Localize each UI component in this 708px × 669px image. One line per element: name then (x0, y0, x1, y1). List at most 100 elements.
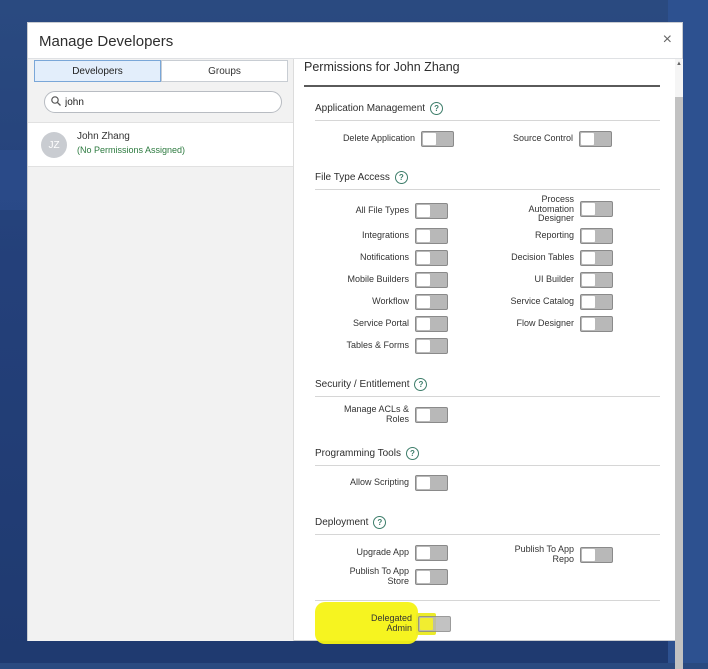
scrollbar[interactable]: ▲ (675, 59, 683, 669)
perm-label: Delegated Admin (370, 613, 412, 633)
perm-mobile-builders: Mobile Builders (334, 272, 448, 288)
perm-label: Tables & Forms (346, 340, 409, 351)
permissions-pane: Permissions for John Zhang Application M… (294, 59, 674, 641)
perm-upgrade-app: Upgrade App (334, 545, 448, 561)
modal-title: Manage Developers (39, 33, 174, 50)
perm-all-file-types: All File Types (334, 203, 448, 219)
perm-label: Reporting (534, 230, 574, 241)
divider (315, 465, 660, 466)
user-name: John Zhang (77, 131, 130, 142)
user-permission-status: (No Permissions Assigned) (77, 145, 186, 155)
all-file-types-toggle[interactable] (415, 203, 448, 219)
service-catalog-toggle[interactable] (580, 294, 613, 310)
perm-tables-forms: Tables & Forms (334, 338, 448, 354)
manage-developers-modal: Manage Developers × Developers Groups JZ… (27, 22, 683, 669)
perm-flow-designer: Flow Designer (492, 316, 613, 332)
perm-ui-builder: UI Builder (492, 272, 613, 288)
perm-allow-scripting: Allow Scripting (334, 475, 448, 491)
perm-label: Upgrade App (356, 547, 409, 558)
help-icon[interactable]: ? (373, 516, 387, 529)
allow-scripting-toggle[interactable] (415, 475, 448, 491)
developer-list-pane: Developers Groups JZ John Zhang (No Perm… (28, 59, 294, 641)
delegated-admin-toggle[interactable] (418, 615, 451, 632)
perm-integrations: Integrations (334, 228, 448, 244)
perm-delete-application: Delete Application (334, 131, 454, 147)
integrations-toggle[interactable] (415, 228, 448, 244)
search-icon (51, 96, 61, 106)
perm-label: Publish To App Repo (514, 544, 574, 564)
perm-label: Publish To App Store (349, 566, 409, 586)
perm-label: Mobile Builders (347, 274, 409, 285)
perm-label: Notifications (359, 252, 409, 263)
help-icon[interactable]: ? (405, 447, 419, 460)
divider (304, 85, 660, 87)
publish-app-store-toggle[interactable] (415, 568, 448, 585)
source-control-toggle[interactable] (579, 131, 612, 147)
permissions-title: Permissions for John Zhang (304, 60, 460, 74)
scroll-up-icon[interactable]: ▲ (675, 61, 683, 67)
perm-label: Manage ACLs & Roles (343, 404, 409, 424)
mobile-builders-toggle[interactable] (415, 272, 448, 288)
service-portal-toggle[interactable] (415, 316, 448, 332)
help-icon[interactable]: ? (414, 378, 428, 391)
section-title: Deployment (315, 517, 369, 528)
user-list: JZ John Zhang (No Permissions Assigned) (28, 122, 293, 167)
tab-groups[interactable]: Groups (161, 60, 288, 82)
divider (315, 189, 660, 190)
perm-label: Service Portal (352, 318, 409, 329)
help-icon[interactable]: ? (430, 102, 444, 115)
notifications-toggle[interactable] (415, 250, 448, 266)
perm-source-control: Source Control (492, 131, 612, 147)
section-application-management: Application Management ? (315, 102, 444, 115)
decision-tables-toggle[interactable] (580, 250, 613, 266)
delete-application-toggle[interactable] (421, 131, 454, 147)
perm-service-catalog: Service Catalog (492, 294, 613, 310)
help-icon[interactable]: ? (394, 171, 408, 184)
section-title: File Type Access (315, 172, 390, 183)
flow-designer-toggle[interactable] (580, 316, 613, 332)
perm-publish-app-repo: Publish To App Repo (492, 544, 613, 564)
perm-manage-acls-roles: Manage ACLs & Roles (334, 404, 448, 424)
manage-acls-roles-toggle[interactable] (415, 406, 448, 423)
scroll-thumb[interactable] (675, 97, 683, 669)
divider (315, 396, 660, 397)
process-automation-designer-toggle[interactable] (580, 201, 613, 218)
section-deployment: Deployment ? (315, 516, 387, 529)
perm-label: Delete Application (342, 133, 415, 144)
section-security-entitlement: Security / Entitlement ? (315, 378, 428, 391)
reporting-toggle[interactable] (580, 228, 613, 244)
section-title: Programming Tools (315, 448, 401, 459)
perm-service-portal: Service Portal (334, 316, 448, 332)
divider (315, 120, 660, 121)
avatar: JZ (41, 132, 67, 158)
perm-label: Allow Scripting (349, 477, 409, 488)
modal-header: Manage Developers × (28, 23, 682, 59)
perm-label: Integrations (361, 230, 409, 241)
search-input[interactable] (65, 95, 275, 109)
section-file-type-access: File Type Access ? (315, 171, 408, 184)
close-icon[interactable]: × (663, 32, 672, 48)
publish-app-repo-toggle[interactable] (580, 546, 613, 563)
tab-bar: Developers Groups (34, 60, 288, 82)
tab-developers[interactable]: Developers (34, 60, 161, 82)
divider (315, 600, 660, 601)
ui-builder-toggle[interactable] (580, 272, 613, 288)
perm-label: Service Catalog (510, 296, 574, 307)
perm-label: Process Automation Designer (528, 194, 574, 223)
perm-label: All File Types (355, 205, 409, 216)
perm-label: Workflow (372, 296, 409, 307)
perm-workflow: Workflow (334, 294, 448, 310)
perm-label: UI Builder (534, 274, 574, 285)
perm-notifications: Notifications (334, 250, 448, 266)
section-programming-tools: Programming Tools ? (315, 447, 419, 460)
perm-decision-tables: Decision Tables (492, 250, 613, 266)
workflow-toggle[interactable] (415, 294, 448, 310)
perm-delegated-admin: Delegated Admin (330, 613, 451, 633)
perm-label: Decision Tables (511, 252, 574, 263)
section-title: Application Management (315, 103, 426, 114)
upgrade-app-toggle[interactable] (415, 545, 448, 561)
perm-label: Flow Designer (516, 318, 574, 329)
search-box[interactable] (44, 91, 282, 113)
tables-forms-toggle[interactable] (415, 338, 448, 354)
list-item[interactable]: JZ John Zhang (No Permissions Assigned) (28, 122, 293, 167)
